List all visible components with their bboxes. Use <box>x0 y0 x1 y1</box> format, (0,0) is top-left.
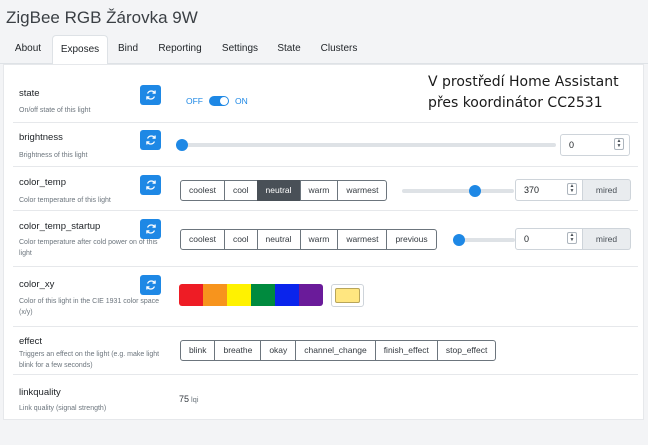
color-swatches <box>179 284 323 306</box>
unit-label: mired <box>583 179 631 201</box>
linkquality-value: 75 lqi <box>179 394 199 404</box>
state-toggle[interactable]: OFF ON <box>186 96 248 106</box>
tab-exposes[interactable]: Exposes <box>52 35 108 65</box>
slider-track <box>182 143 556 147</box>
refresh-icon <box>145 135 156 145</box>
linkquality-number: 75 <box>179 394 190 404</box>
toggle-on-label: ON <box>235 96 248 106</box>
expose-row-color-temp: color_temp Color temperature of this lig… <box>13 167 638 211</box>
expose-row-color-xy: color_xy Color of this light in the CIE … <box>13 267 638 327</box>
tab-about[interactable]: About <box>8 35 48 64</box>
toggle-switch[interactable] <box>209 96 229 106</box>
toggle-knob <box>220 97 228 105</box>
device-title: ZigBee RGB Žárovka 9W <box>6 8 198 27</box>
color-temp-presets: coolest cool neutral warm warmest <box>180 180 388 201</box>
linkquality-unit: lqi <box>191 395 199 404</box>
refresh-color-xy-button[interactable] <box>140 275 161 295</box>
expose-row-color-temp-startup: color_temp_startup Color temperature aft… <box>13 211 638 267</box>
expose-description: Brightness of this light <box>19 152 88 159</box>
refresh-brightness-button[interactable] <box>140 130 161 150</box>
expose-description: Triggers an effect on the light (e.g. ma… <box>19 351 160 369</box>
expose-description: Color temperature of this light <box>19 197 111 204</box>
tab-bind[interactable]: Bind <box>112 35 144 64</box>
overlay-caption: V prostředí Home Assistant přes koordiná… <box>428 74 619 111</box>
tab-clusters[interactable]: Clusters <box>314 35 364 64</box>
expose-description: On/off state of this light <box>19 107 91 114</box>
expose-name: color_temp_startup <box>19 221 101 232</box>
slider-thumb[interactable] <box>453 234 465 246</box>
expose-name: effect <box>19 336 43 347</box>
expose-name: state <box>19 88 40 99</box>
tab-settings[interactable]: Settings <box>216 35 264 64</box>
refresh-state-button[interactable] <box>140 85 161 105</box>
effect-stop-effect[interactable]: stop_effect <box>436 340 497 361</box>
effect-blink[interactable]: blink <box>180 340 216 361</box>
stepper-icon[interactable]: ▲ ▼ <box>567 232 577 244</box>
color-temp-startup-slider[interactable] <box>453 234 515 246</box>
toggle-off-label: OFF <box>186 96 203 106</box>
expose-row-brightness: brightness Brightness of this light 0 ▲ ▼ <box>13 123 638 167</box>
preset-coolest[interactable]: coolest <box>180 180 225 201</box>
tab-bar: About Exposes Bind Reporting Settings St… <box>0 35 648 65</box>
expose-name: brightness <box>19 132 63 143</box>
swatch-orange[interactable] <box>203 284 227 306</box>
effect-okay[interactable]: okay <box>260 340 297 361</box>
exposes-panel: state On/off state of this light OFF ON … <box>3 64 644 420</box>
brightness-slider[interactable] <box>176 139 556 151</box>
preset-warm[interactable]: warm <box>299 229 339 250</box>
color-temp-startup-presets: coolest cool neutral warm warmest previo… <box>180 229 437 250</box>
refresh-icon <box>145 90 156 100</box>
expose-name: color_xy <box>19 279 55 290</box>
expose-description: Color of this light in the CIE 1931 colo… <box>19 298 160 316</box>
effect-channel-change[interactable]: channel_change <box>295 340 376 361</box>
expose-description: Link quality (signal strength) <box>19 405 107 412</box>
swatch-purple[interactable] <box>299 284 323 306</box>
slider-thumb[interactable] <box>468 185 481 197</box>
effect-options: blink breathe okay channel_change finish… <box>180 340 497 361</box>
tab-state[interactable]: State <box>272 35 306 64</box>
slider-track <box>402 189 514 193</box>
current-color-preview <box>335 288 360 303</box>
tab-reporting[interactable]: Reporting <box>152 35 208 64</box>
refresh-color-temp-button[interactable] <box>140 175 161 195</box>
refresh-color-temp-startup-button[interactable] <box>140 219 161 239</box>
swatch-yellow[interactable] <box>227 284 251 306</box>
expose-description: Color temperature after cold power on of… <box>19 239 158 257</box>
slider-track <box>459 238 515 242</box>
refresh-icon <box>145 180 156 190</box>
preset-warmest[interactable]: warmest <box>337 180 388 201</box>
refresh-icon <box>145 224 156 234</box>
effect-breathe[interactable]: breathe <box>214 340 262 361</box>
preset-warmest[interactable]: warmest <box>337 229 388 250</box>
preset-coolest[interactable]: coolest <box>180 229 225 250</box>
swatch-red[interactable] <box>179 284 203 306</box>
swatch-blue[interactable] <box>275 284 299 306</box>
unit-label: mired <box>583 228 631 250</box>
expose-name: color_temp <box>19 177 66 188</box>
stepper-icon[interactable]: ▲ ▼ <box>567 183 577 195</box>
preset-warm[interactable]: warm <box>299 180 339 201</box>
stepper-icon[interactable]: ▲ ▼ <box>614 138 624 150</box>
preset-neutral[interactable]: neutral <box>256 229 301 250</box>
preset-neutral[interactable]: neutral <box>256 180 301 201</box>
expose-row-linkquality: linkquality Link quality (signal strengt… <box>13 375 638 419</box>
expose-name: linkquality <box>19 387 61 398</box>
slider-thumb[interactable] <box>176 139 188 151</box>
preset-cool[interactable]: cool <box>223 229 258 250</box>
preset-previous[interactable]: previous <box>386 229 437 250</box>
expose-row-effect: effect Triggers an effect on the light (… <box>13 327 638 375</box>
preset-cool[interactable]: cool <box>223 180 258 201</box>
effect-finish-effect[interactable]: finish_effect <box>374 340 438 361</box>
swatch-green[interactable] <box>251 284 275 306</box>
refresh-icon <box>145 280 156 290</box>
color-temp-slider[interactable] <box>402 185 514 197</box>
color-picker[interactable] <box>331 284 364 307</box>
